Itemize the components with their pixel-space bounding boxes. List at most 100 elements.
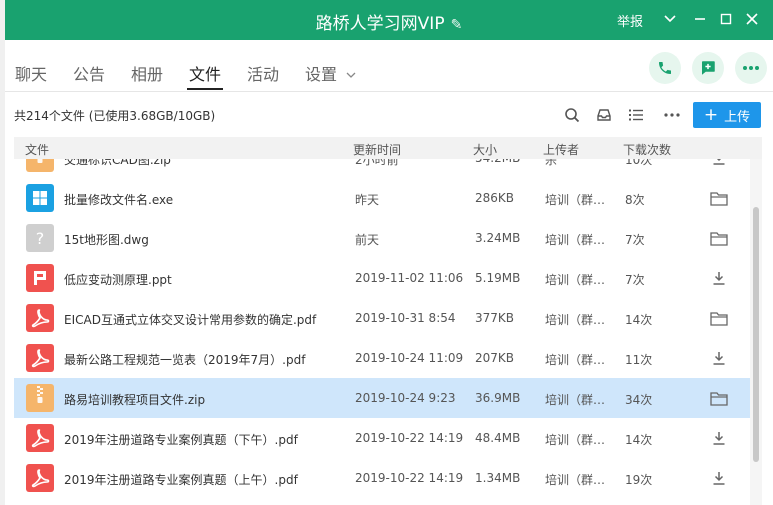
file-name[interactable]: 2019年注册道路专业案例真题（上午）.pdf bbox=[64, 471, 298, 488]
add-message-button[interactable] bbox=[692, 52, 724, 84]
file-row[interactable]: 批量修改文件名.exe 昨天 286KB 培训（群… 8次 bbox=[14, 178, 750, 218]
file-update-time: 2019-10-22 14:19 bbox=[355, 471, 464, 485]
pdf-file-icon bbox=[26, 464, 54, 492]
folder-icon[interactable] bbox=[710, 309, 728, 327]
file-update-time: 昨天 bbox=[355, 193, 380, 207]
svg-text:?: ? bbox=[36, 229, 45, 248]
file-uploader: 培训（群… bbox=[545, 233, 606, 247]
file-update-time: 2019-10-31 8:54 bbox=[355, 311, 456, 325]
upload-label: 上传 bbox=[724, 109, 751, 125]
scrollbar[interactable] bbox=[750, 159, 762, 505]
file-uploader: 培训（群… bbox=[545, 433, 606, 447]
file-row[interactable]: 最新公路工程规范一览表（2019年7月）.pdf 2019-10-24 11:09… bbox=[14, 338, 750, 378]
file-download-count: 19次 bbox=[625, 473, 653, 487]
file-row[interactable]: 低应变动测原理.ppt 2019-11-02 11:06 5.19MB 培训（群… 7次 bbox=[14, 258, 750, 298]
tab-navigation: 聊天 公告 相册 文件 活动 设置 bbox=[5, 40, 773, 92]
file-row[interactable]: 交通标识CAD图.zip 2小时前 54.2MB 杀 10次 bbox=[14, 159, 750, 178]
file-uploader: 培训（群… bbox=[545, 473, 606, 487]
file-download-count: 14次 bbox=[625, 433, 653, 447]
download-icon[interactable] bbox=[710, 349, 728, 367]
file-uploader: 杀 bbox=[545, 159, 558, 167]
call-button[interactable] bbox=[649, 52, 681, 84]
tab-settings[interactable]: 设置 bbox=[305, 61, 356, 85]
column-header-downloads[interactable]: 下载次数 bbox=[623, 141, 671, 158]
file-name[interactable]: 15t地形图.dwg bbox=[64, 231, 149, 248]
file-row[interactable]: 2019年注册道路专业案例真题（下午）.pdf 2019-10-22 14:19 4… bbox=[14, 418, 750, 458]
folder-icon[interactable] bbox=[710, 229, 728, 247]
pdf-file-icon bbox=[26, 304, 54, 332]
file-uploader: 培训（群… bbox=[545, 273, 606, 287]
zip-file-icon bbox=[26, 159, 54, 172]
column-header-uploader[interactable]: 上传者 bbox=[543, 141, 579, 158]
file-update-time: 2小时前 bbox=[355, 159, 399, 167]
file-name[interactable]: 最新公路工程规范一览表（2019年7月）.pdf bbox=[64, 351, 305, 368]
file-table-header: 文件 更新时间 大小 上传者 下载次数 bbox=[14, 137, 762, 159]
file-name[interactable]: 交通标识CAD图.zip bbox=[64, 159, 171, 168]
title-bar: 路桥人学习网VIP ✎ 举报 bbox=[5, 0, 773, 40]
pdf-file-icon bbox=[26, 344, 54, 372]
file-size: 48.4MB bbox=[475, 431, 521, 445]
tab-album[interactable]: 相册 bbox=[131, 61, 163, 85]
close-icon[interactable] bbox=[741, 8, 763, 30]
file-name[interactable]: 低应变动测原理.ppt bbox=[64, 271, 172, 288]
file-download-count: 10次 bbox=[625, 159, 653, 167]
maximize-icon[interactable] bbox=[715, 8, 737, 30]
file-update-time: 2019-10-24 9:23 bbox=[355, 391, 456, 405]
folder-icon[interactable] bbox=[710, 389, 728, 407]
file-name[interactable]: 2019年注册道路专业案例真题（下午）.pdf bbox=[64, 431, 298, 448]
plus-icon: + bbox=[703, 104, 719, 125]
file-size: 54.2MB bbox=[475, 159, 520, 165]
download-icon[interactable] bbox=[710, 469, 728, 487]
download-icon[interactable] bbox=[710, 159, 728, 167]
phone-icon bbox=[659, 62, 671, 74]
file-download-count: 11次 bbox=[625, 353, 653, 367]
file-size: 377KB bbox=[475, 311, 515, 325]
file-name[interactable]: 路易培训教程项目文件.zip bbox=[64, 391, 205, 408]
column-header-size[interactable]: 大小 bbox=[473, 141, 497, 158]
column-header-time[interactable]: 更新时间 bbox=[353, 141, 401, 158]
scrollbar-thumb[interactable] bbox=[753, 207, 759, 462]
chevron-down-icon bbox=[346, 72, 356, 78]
file-row[interactable]: 路易培训教程项目文件.zip 2019-10-24 9:23 36.9MB 培训（群…… bbox=[14, 378, 750, 418]
file-row[interactable]: EICAD互通式立体交叉设计常用参数的确定.pdf 2019-10-31 8:54… bbox=[14, 298, 750, 338]
tab-announcements[interactable]: 公告 bbox=[73, 61, 105, 85]
tab-activities[interactable]: 活动 bbox=[247, 61, 279, 85]
more-dots-icon bbox=[743, 66, 759, 70]
download-icon[interactable] bbox=[710, 429, 728, 447]
file-name[interactable]: EICAD互通式立体交叉设计常用参数的确定.pdf bbox=[64, 311, 316, 328]
inbox-icon[interactable] bbox=[594, 105, 614, 125]
file-size: 3.24MB bbox=[475, 231, 521, 245]
file-update-time: 前天 bbox=[355, 233, 380, 247]
ppt-file-icon bbox=[26, 264, 54, 292]
file-uploader: 培训（群… bbox=[545, 193, 606, 207]
file-uploader: 培训（群… bbox=[545, 353, 606, 367]
tab-files[interactable]: 文件 bbox=[186, 61, 224, 90]
exe-file-icon bbox=[26, 184, 54, 212]
file-name[interactable]: 批量修改文件名.exe bbox=[64, 191, 173, 208]
file-size: 286KB bbox=[475, 191, 515, 205]
tab-chat[interactable]: 聊天 bbox=[15, 61, 47, 85]
more-options-button[interactable] bbox=[735, 52, 767, 84]
file-row[interactable]: 2019年注册道路专业案例真题（上午）.pdf 2019-10-22 14:19 1… bbox=[14, 458, 750, 498]
search-icon[interactable] bbox=[562, 105, 582, 125]
upload-button[interactable]: + 上传 bbox=[693, 102, 761, 128]
report-button[interactable]: 举报 bbox=[617, 11, 643, 30]
window-title-area: 路桥人学习网VIP ✎ bbox=[5, 9, 773, 34]
download-icon[interactable] bbox=[710, 269, 728, 287]
file-download-count: 7次 bbox=[625, 233, 645, 247]
file-size: 1.34MB bbox=[475, 471, 521, 485]
file-download-count: 14次 bbox=[625, 313, 653, 327]
dropdown-menu-icon[interactable] bbox=[659, 8, 681, 30]
file-uploader: 培训（群… bbox=[545, 313, 606, 327]
tab-settings-label: 设置 bbox=[305, 65, 338, 84]
folder-icon[interactable] bbox=[710, 189, 728, 207]
minimize-icon[interactable] bbox=[689, 8, 711, 30]
file-row[interactable]: ? 15t地形图.dwg 前天 3.24MB 培训（群… 7次 bbox=[14, 218, 750, 258]
file-size: 36.9MB bbox=[475, 391, 521, 405]
chat-add-icon bbox=[702, 61, 715, 75]
edit-title-icon[interactable]: ✎ bbox=[451, 17, 463, 33]
list-view-icon[interactable] bbox=[626, 105, 646, 125]
more-dots-icon[interactable] bbox=[662, 105, 682, 125]
file-list: 交通标识CAD图.zip 2小时前 54.2MB 杀 10次批量修改文件名.exe 昨天 2… bbox=[14, 159, 750, 505]
column-header-name[interactable]: 文件 bbox=[25, 141, 49, 158]
